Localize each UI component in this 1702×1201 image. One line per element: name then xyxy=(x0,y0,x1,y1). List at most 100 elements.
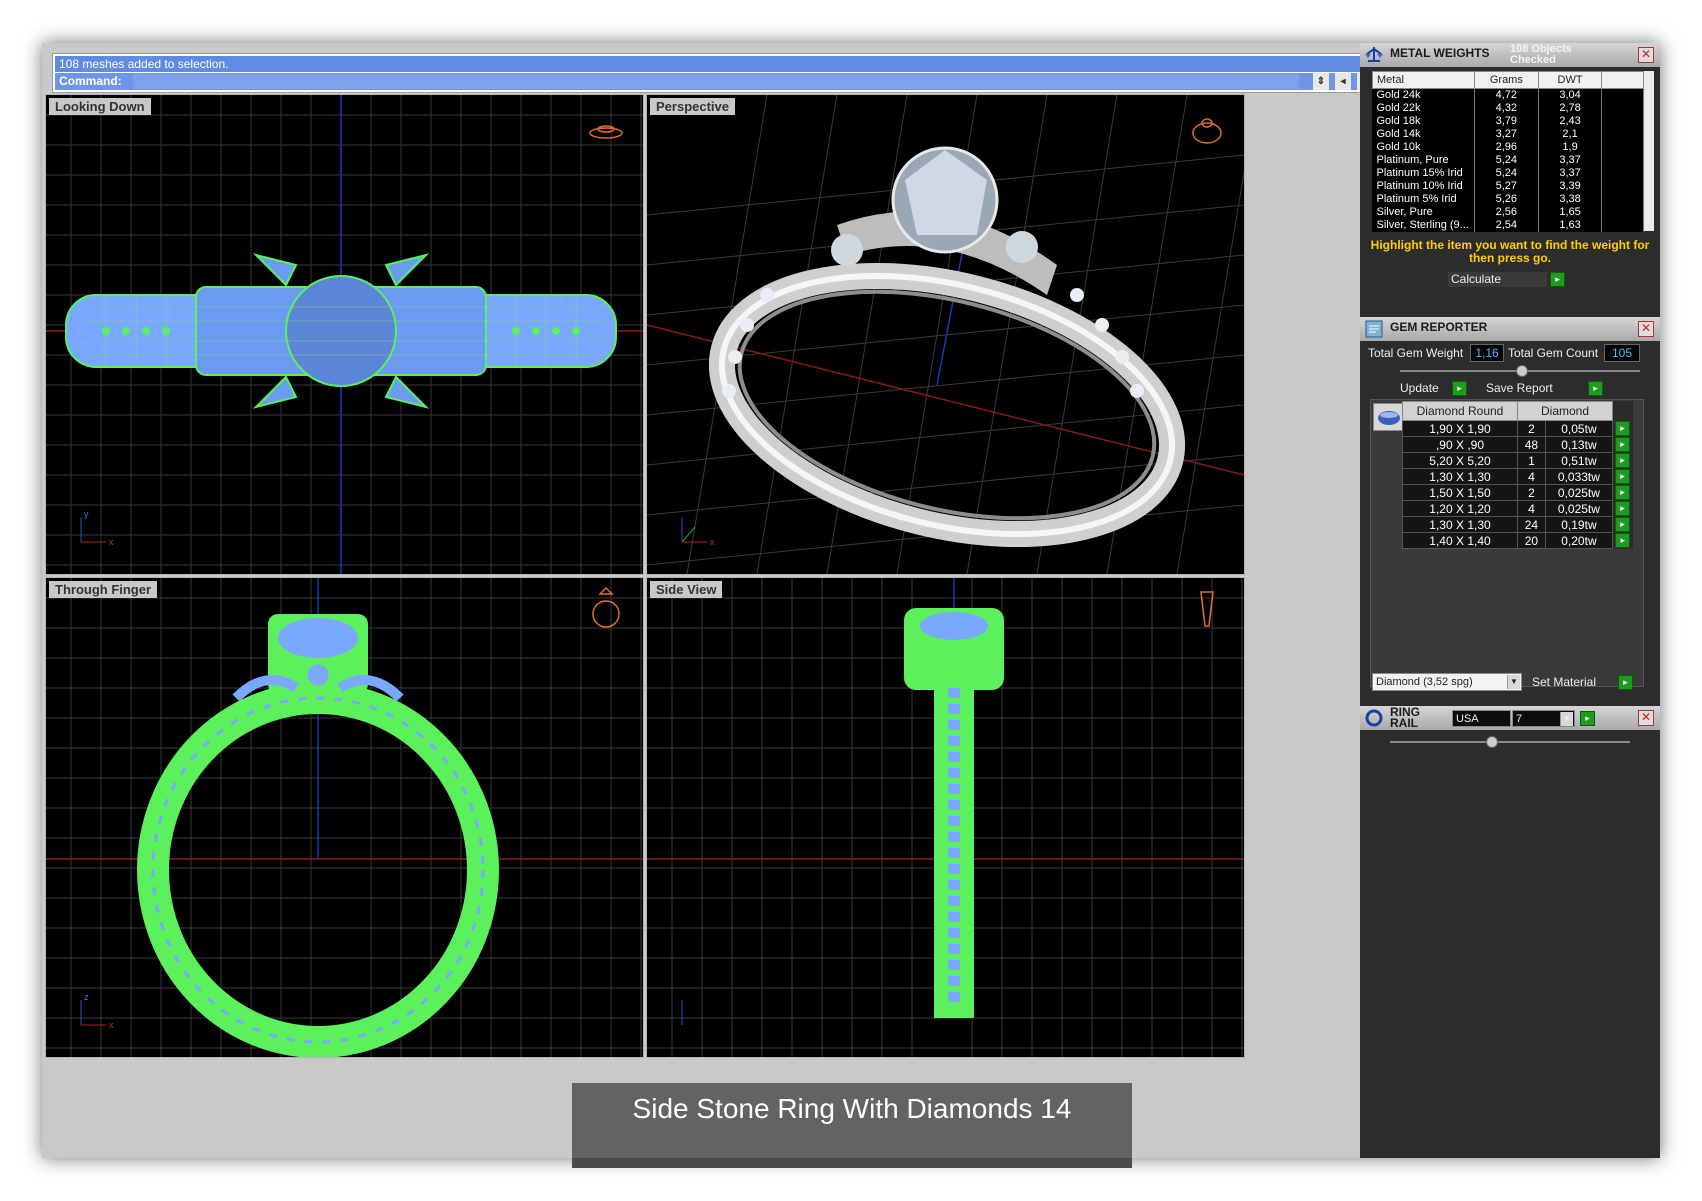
ring-icon xyxy=(1365,709,1383,727)
column-header[interactable]: Diamond xyxy=(1517,401,1613,421)
row-go-icon[interactable]: ▸ xyxy=(1615,453,1630,469)
row-go-icon[interactable]: ▸ xyxy=(1615,533,1631,549)
table-row[interactable]: Platinum 5% Irid 5,26 3,38 xyxy=(1372,193,1644,206)
rhino-app-window: 108 meshes added to selection. ▲ Command… xyxy=(42,43,1660,1168)
table-row[interactable]: Silver, Sterling (9... 2,54 1,63 xyxy=(1372,219,1644,232)
table-row[interactable]: Gold 10k 2,96 1,9 xyxy=(1372,141,1644,154)
calculate-go-icon[interactable]: ▸ xyxy=(1550,272,1565,287)
viewport-label[interactable]: Through Finger xyxy=(49,581,158,598)
column-header[interactable]: Metal xyxy=(1372,71,1475,89)
viewport-perspective[interactable]: x Perspective xyxy=(646,94,1245,575)
view-cube-icon xyxy=(589,125,623,139)
material-value: Diamond (3,52 spg) xyxy=(1376,676,1473,688)
caption-text: Side Stone Ring With Diamonds 14 xyxy=(632,1093,1072,1124)
command-area: 108 meshes added to selection. ▲ Command… xyxy=(52,53,1392,93)
viewport-side-view[interactable]: Side View xyxy=(646,577,1245,1058)
column-header[interactable]: DWT xyxy=(1537,71,1603,89)
ring-size-select[interactable]: 7 ▼ xyxy=(1512,710,1575,727)
spin-icon[interactable]: ⇕ xyxy=(1313,73,1329,90)
calculate-button[interactable]: Calculate xyxy=(1448,272,1547,287)
metal-weights-header: METAL WEIGHTS 108 Objects Checked ✕ xyxy=(1360,43,1660,67)
view-cube-icon xyxy=(592,586,620,628)
viewport-looking-down[interactable]: y x Looking Down xyxy=(45,94,644,575)
save-report-go-icon[interactable]: ▸ xyxy=(1588,381,1603,396)
update-go-icon[interactable]: ▸ xyxy=(1452,381,1467,396)
chevron-down-icon[interactable]: ▼ xyxy=(1507,675,1520,689)
table-row[interactable]: Platinum 15% Irid 5,24 3,37 xyxy=(1372,167,1644,180)
viewport-label[interactable]: Perspective xyxy=(650,98,735,115)
row-go-icon[interactable]: ▸ xyxy=(1615,485,1630,501)
table-scrollbar[interactable] xyxy=(1644,71,1654,231)
table-row[interactable]: ,90 X ,90 48 0,13tw ▸ xyxy=(1402,436,1633,453)
table-row[interactable]: Platinum 10% Irid 5,27 3,39 xyxy=(1372,180,1644,193)
total-gem-weight-label: Total Gem Weight xyxy=(1368,346,1464,360)
table-row[interactable]: 1,30 X 1,30 24 0,19tw ▸ xyxy=(1402,516,1633,533)
gem-reporter-title: GEM REPORTER xyxy=(1390,320,1488,334)
svg-text:x: x xyxy=(710,537,715,547)
table-row[interactable]: 1,90 X 1,90 2 0,05tw ▸ xyxy=(1402,420,1633,437)
perspective-scene: x xyxy=(647,95,1244,574)
gem-table: Diamond Round Diamond 1,90 X 1,90 2 0,05tw… xyxy=(1402,401,1633,549)
material-dropdown[interactable]: Diamond (3,52 spg) ▼ xyxy=(1372,673,1522,691)
table-row[interactable]: Silver, Pure 2,56 1,65 xyxy=(1372,206,1644,219)
viewport-label[interactable]: Side View xyxy=(650,581,723,598)
gem-slider[interactable] xyxy=(1400,365,1640,377)
close-icon[interactable]: ✕ xyxy=(1638,321,1654,337)
close-icon[interactable]: ✕ xyxy=(1638,710,1654,726)
table-row[interactable]: Gold 18k 3,79 2,43 xyxy=(1372,115,1644,128)
scroll-left-icon[interactable]: ◂ xyxy=(1335,73,1351,90)
total-gem-weight-value: 1,16 xyxy=(1470,344,1504,362)
table-row[interactable]: Gold 24k 4,72 3,04 xyxy=(1372,88,1644,102)
through-finger-scene: z x xyxy=(46,578,643,1057)
row-go-icon[interactable]: ▸ xyxy=(1615,469,1630,485)
ring-rail-header: RING RAIL USA 7 ▼ ▸ ✕ xyxy=(1360,706,1660,730)
gem-reporter-header: GEM REPORTER ✕ xyxy=(1360,317,1660,341)
table-row[interactable]: 5,20 X 5,20 1 0,51tw ▸ xyxy=(1402,452,1633,469)
command-input[interactable] xyxy=(133,74,1299,89)
viewport-label[interactable]: Looking Down xyxy=(49,98,151,115)
table-row[interactable]: 1,40 X 1,40 20 0,20tw ▸ xyxy=(1402,532,1633,549)
ring-rail-slider[interactable] xyxy=(1390,736,1630,748)
gem-report-icon xyxy=(1365,320,1383,338)
update-button[interactable]: Update xyxy=(1400,381,1439,395)
video-caption: Side Stone Ring With Diamonds 14 xyxy=(572,1083,1132,1168)
ring-rail-go-icon[interactable]: ▸ xyxy=(1580,711,1595,726)
total-gem-count-value: 105 xyxy=(1604,344,1640,362)
svg-text:x: x xyxy=(109,537,114,547)
set-material-go-icon[interactable]: ▸ xyxy=(1618,675,1633,690)
total-gem-count-label: Total Gem Count xyxy=(1508,346,1599,360)
row-go-icon[interactable]: ▸ xyxy=(1615,437,1630,453)
row-go-icon[interactable]: ▸ xyxy=(1615,501,1630,517)
row-go-icon[interactable]: ▸ xyxy=(1615,421,1630,437)
column-header[interactable]: Diamond Round xyxy=(1402,401,1518,421)
country-select[interactable]: USA xyxy=(1452,710,1511,727)
svg-text:x: x xyxy=(109,1020,114,1030)
save-report-button[interactable]: Save Report xyxy=(1486,381,1553,395)
right-panel: METAL WEIGHTS 108 Objects Checked ✕ Meta… xyxy=(1360,43,1660,1158)
column-header xyxy=(1601,71,1644,89)
table-row[interactable]: Gold 14k 3,27 2,1 xyxy=(1372,128,1644,141)
metal-hint: Highlight the item you want to find the … xyxy=(1370,238,1650,265)
table-row[interactable]: 1,30 X 1,30 4 0,033tw ▸ xyxy=(1402,468,1633,485)
diamond-icon xyxy=(1373,403,1405,431)
column-header[interactable]: Grams xyxy=(1473,71,1539,89)
caption-progress-bar xyxy=(572,1158,1132,1168)
command-line: Command: ⇕ ◂ ▸ xyxy=(55,73,1389,90)
scale-icon xyxy=(1365,47,1383,62)
view-cube-icon xyxy=(1200,591,1214,627)
table-row[interactable]: 1,20 X 1,20 4 0,025tw ▸ xyxy=(1402,500,1633,517)
slider-knob[interactable] xyxy=(1516,365,1528,377)
set-material-button[interactable]: Set Material xyxy=(1532,675,1596,689)
table-row[interactable]: Platinum, Pure 5,24 3,37 xyxy=(1372,154,1644,167)
slider-knob[interactable] xyxy=(1486,736,1498,748)
view-cube-icon xyxy=(1192,118,1222,144)
row-go-icon[interactable]: ▸ xyxy=(1615,517,1630,533)
metal-weights-title: METAL WEIGHTS xyxy=(1390,46,1490,60)
chevron-down-icon[interactable]: ▼ xyxy=(1560,712,1573,726)
table-row[interactable]: 1,50 X 1,50 2 0,025tw ▸ xyxy=(1402,484,1633,501)
close-icon[interactable]: ✕ xyxy=(1638,47,1654,63)
objects-checked: 108 Objects Checked xyxy=(1510,43,1572,66)
viewport-through-finger[interactable]: z x Through Finger xyxy=(45,577,644,1058)
side-view-scene xyxy=(647,578,1244,1057)
table-row[interactable]: Gold 22k 4,32 2,78 xyxy=(1372,102,1644,115)
